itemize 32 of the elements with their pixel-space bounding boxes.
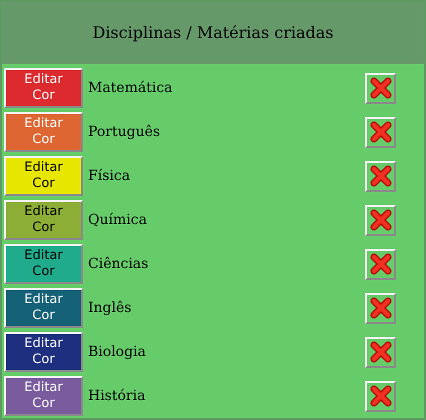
edit-color-button[interactable]: Editar Cor bbox=[4, 200, 83, 240]
subject-name: Física bbox=[88, 166, 132, 186]
edit-color-button[interactable]: Editar Cor bbox=[4, 376, 83, 416]
delete-button[interactable] bbox=[365, 336, 396, 368]
edit-color-button[interactable]: Editar Cor bbox=[4, 244, 83, 284]
edit-color-button[interactable]: Editar Cor bbox=[4, 68, 83, 108]
edit-color-button[interactable]: Editar Cor bbox=[4, 332, 83, 372]
subject-name: Ciências bbox=[88, 254, 150, 274]
close-icon bbox=[368, 340, 392, 364]
edit-color-button[interactable]: Editar Cor bbox=[4, 288, 83, 328]
edit-color-button[interactable]: Editar Cor bbox=[4, 156, 83, 196]
page-title: Disciplinas / Matérias criadas bbox=[92, 22, 334, 44]
close-icon bbox=[368, 384, 392, 408]
subject-name: Inglês bbox=[88, 298, 132, 318]
close-icon bbox=[368, 76, 392, 100]
delete-button[interactable] bbox=[365, 204, 396, 236]
delete-button[interactable] bbox=[365, 160, 396, 192]
close-icon bbox=[368, 296, 392, 320]
close-icon bbox=[368, 120, 392, 144]
subject-name: Português bbox=[88, 122, 162, 142]
delete-button[interactable] bbox=[365, 380, 396, 412]
delete-button[interactable] bbox=[365, 72, 396, 104]
close-icon bbox=[368, 208, 392, 232]
delete-button[interactable] bbox=[365, 248, 396, 280]
subject-name: Química bbox=[88, 210, 148, 230]
subject-name: Biologia bbox=[88, 342, 147, 362]
close-icon bbox=[368, 252, 392, 276]
subject-name: Matemática bbox=[88, 78, 174, 98]
delete-button[interactable] bbox=[365, 292, 396, 324]
subject-name: História bbox=[88, 386, 146, 406]
delete-button[interactable] bbox=[365, 116, 396, 148]
close-icon bbox=[368, 164, 392, 188]
